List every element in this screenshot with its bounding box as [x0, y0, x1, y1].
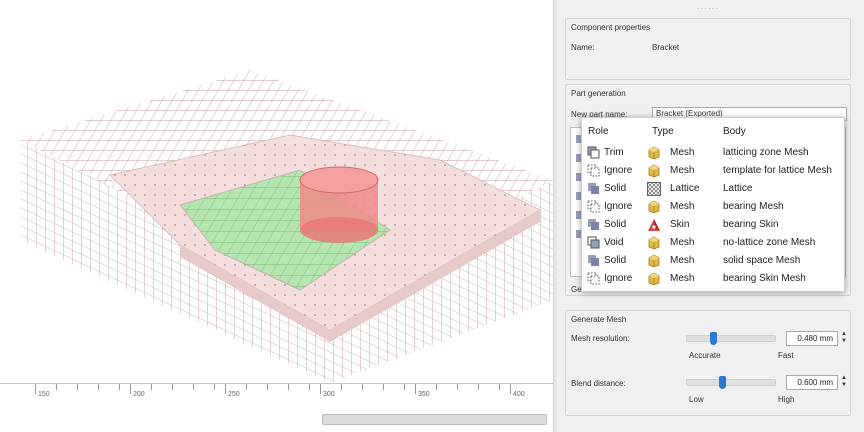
table-row[interactable]: Ignore Mesh bearing Mesh — [582, 198, 846, 216]
mesh-resolution-input[interactable]: 0.480 mm — [786, 331, 838, 346]
blend-distance-input[interactable]: 0.600 mm — [786, 375, 838, 390]
mesh-cube-icon — [647, 254, 661, 268]
mesh-cube-icon — [647, 146, 661, 160]
body-cell: bearing Mesh — [723, 201, 784, 212]
mesh-cube-icon — [647, 200, 661, 214]
accurate-caption: Accurate — [689, 351, 721, 360]
table-row[interactable]: Solid Lattice Lattice — [582, 180, 846, 198]
panel-grip-icon[interactable]: ······ — [697, 4, 719, 13]
group-title: Generate Mesh — [571, 315, 627, 324]
name-value: Bracket — [652, 43, 680, 52]
high-caption: High — [778, 395, 795, 404]
type-header: Type — [652, 126, 674, 137]
mesh-resolution-spin-arrows-icon[interactable]: ▲ ▼ — [840, 331, 848, 346]
mesh-cube-icon — [647, 164, 661, 178]
table-row[interactable]: Solid Mesh solid space Mesh — [582, 252, 846, 270]
name-label: Name: — [571, 43, 595, 52]
role-cell: Solid — [604, 219, 627, 230]
ruler-label: 350 — [418, 391, 430, 398]
solid-icon — [587, 182, 600, 195]
type-cell: Lattice — [670, 183, 700, 194]
3d-viewport[interactable]: 150 200 250 300 350 400 — [0, 0, 553, 432]
table-row[interactable]: Solid Skin bearing Skin — [582, 216, 846, 234]
role-header: Role — [588, 126, 609, 137]
ignore-icon — [587, 200, 600, 213]
table-row[interactable]: Void Mesh no-lattice zone Mesh — [582, 234, 846, 252]
body-header: Body — [723, 126, 746, 137]
mesh-cube-icon — [647, 236, 661, 250]
ruler-label: 250 — [228, 391, 240, 398]
table-row[interactable]: Ignore Mesh template for lattice Mesh — [582, 162, 846, 180]
generate-mesh-group: Generate Mesh Mesh resolution: 0.480 mm … — [565, 310, 851, 416]
ruler-label: 300 — [323, 391, 335, 398]
ruler-label: 150 — [38, 391, 50, 398]
role-cell: Solid — [604, 255, 627, 266]
body-cell: bearing Skin — [723, 219, 779, 230]
body-cell: no-lattice zone Mesh — [723, 237, 816, 248]
body-cell: template for lattice Mesh — [723, 165, 832, 176]
component-properties-group: Component properties Name: Bracket — [565, 18, 851, 80]
type-cell: Mesh — [670, 147, 695, 158]
blend-distance-spin-arrows-icon[interactable]: ▲ ▼ — [840, 375, 848, 390]
mesh-resolution-slider[interactable] — [686, 335, 776, 342]
role-cell: Trim — [604, 147, 624, 158]
solid-icon — [587, 218, 600, 231]
ignore-icon — [587, 272, 600, 285]
trim-icon — [587, 146, 600, 159]
role-cell: Ignore — [604, 165, 633, 176]
horizontal-scrollbar[interactable] — [322, 414, 547, 425]
low-caption: Low — [689, 395, 704, 404]
body-cell: solid space Mesh — [723, 255, 801, 266]
type-cell: Mesh — [670, 237, 695, 248]
body-roles-popup[interactable]: Role Type Body Trim Mesh latticing zone Me… — [581, 117, 845, 292]
lattice-icon — [646, 181, 662, 197]
table-row[interactable]: Trim Mesh latticing zone Mesh — [582, 144, 846, 162]
type-cell: Mesh — [670, 255, 695, 266]
solid-icon — [587, 254, 600, 267]
mesh-resolution-slider-thumb[interactable] — [710, 332, 717, 345]
blend-distance-slider-thumb[interactable] — [719, 376, 726, 389]
skin-icon — [647, 218, 661, 232]
role-cell: Void — [604, 237, 624, 248]
ruler: 150 200 250 300 350 400 — [0, 383, 553, 405]
role-cell: Ignore — [604, 273, 633, 284]
mesh-resolution-label: Mesh resolution: — [571, 334, 630, 343]
list-icons-behind-popup — [566, 129, 584, 279]
type-cell: Mesh — [670, 273, 695, 284]
blend-distance-label: Blend distance: — [571, 379, 626, 388]
group-title: Part generation — [571, 89, 626, 98]
model-scene[interactable] — [0, 0, 553, 383]
body-cell: bearing Skin Mesh — [723, 273, 806, 284]
group-title: Component properties — [571, 23, 651, 32]
mesh-cube-icon — [647, 272, 661, 286]
bearing-cylinder — [299, 166, 379, 243]
type-cell: Mesh — [670, 201, 695, 212]
table-row[interactable]: Ignore Mesh bearing Skin Mesh — [582, 270, 846, 288]
type-cell: Mesh — [670, 165, 695, 176]
role-cell: Ignore — [604, 201, 633, 212]
role-cell: Solid — [604, 183, 627, 194]
body-cell: Lattice — [723, 183, 753, 194]
ruler-label: 400 — [513, 391, 525, 398]
blend-distance-slider[interactable] — [686, 379, 776, 386]
fast-caption: Fast — [778, 351, 794, 360]
void-icon — [587, 236, 600, 249]
body-cell: latticing zone Mesh — [723, 147, 809, 158]
ignore-icon — [587, 164, 600, 177]
ruler-label: 200 — [133, 391, 145, 398]
type-cell: Skin — [670, 219, 690, 230]
